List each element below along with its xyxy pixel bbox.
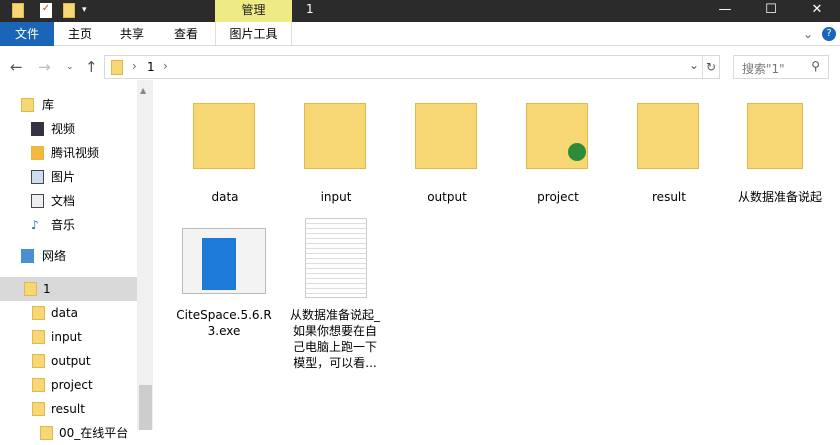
folder-icon	[304, 103, 366, 169]
network-icon	[21, 249, 34, 263]
library-icon	[21, 98, 34, 112]
tab-picture-tools[interactable]: 图片工具	[215, 22, 292, 46]
music-icon: ♪	[31, 218, 39, 232]
folder-icon	[32, 378, 45, 392]
minimize-button[interactable]: —	[702, 0, 748, 22]
tab-file[interactable]: 文件	[0, 22, 54, 46]
search-input[interactable]: 搜索"1" ⚲	[733, 55, 829, 79]
customize-dropdown-icon[interactable]: ▾	[82, 5, 94, 20]
nav-item-music[interactable]: ♪ 音乐	[0, 213, 137, 237]
navigation-pane: 库 视频 腾讯视频 图片 文档 ♪ 音乐 网络 1 data input outp…	[0, 88, 137, 440]
nav-scrollbar[interactable]	[137, 80, 153, 430]
nav-item-1[interactable]: 1	[0, 277, 137, 301]
nav-item-videos[interactable]: 视频	[0, 117, 137, 141]
nav-item-pictures[interactable]: 图片	[0, 165, 137, 189]
video-icon	[31, 122, 44, 136]
nav-item-tencent-video[interactable]: 腾讯视频	[0, 141, 137, 165]
ribbon: 文件 主页 共享 查看 图片工具 ⌄ ?	[0, 22, 840, 46]
expand-ribbon-icon[interactable]: ⌄	[800, 22, 816, 46]
folder-icon	[637, 103, 699, 169]
folder-icon	[193, 103, 255, 169]
text-document-icon	[305, 218, 367, 298]
address-dropdown-icon[interactable]: ⌄	[689, 58, 699, 72]
folder-icon	[415, 103, 477, 169]
scroll-up-icon[interactable]: ▲	[140, 86, 146, 95]
properties-icon[interactable]: ✓	[40, 3, 52, 18]
refresh-icon[interactable]: ↻	[702, 56, 716, 78]
nav-item-network[interactable]: 网络	[0, 244, 137, 268]
forward-button[interactable]: →	[38, 58, 51, 76]
nav-scrollbar-thumb[interactable]	[139, 385, 152, 430]
nav-item-online-platform[interactable]: 00_在线平台	[0, 421, 137, 445]
nav-item-data[interactable]: data	[0, 301, 137, 325]
help-icon[interactable]: ?	[822, 27, 836, 41]
up-button[interactable]: ↑	[85, 58, 98, 76]
folder-icon	[32, 330, 45, 344]
new-folder-icon[interactable]	[63, 3, 75, 18]
address-row: ← → ⌄ ↑ › 1 › ⌄ ↻ 搜索"1" ⚲	[0, 55, 840, 79]
title-bar: ✓ ▾ 管理 1 — ☐ ✕	[0, 0, 840, 22]
folder-icon	[12, 3, 24, 18]
nav-item-documents[interactable]: 文档	[0, 189, 137, 213]
folder-icon	[32, 402, 45, 416]
file-name: 从数据准备说起_ 如果你想要在自 己电脑上跑一下 模型，可以看...	[289, 308, 380, 370]
folder-icon	[111, 60, 123, 75]
exe-thumbnail-icon	[182, 228, 266, 294]
folder-icon	[32, 306, 45, 320]
folder-icon	[24, 282, 37, 296]
context-tab-manage[interactable]: 管理	[215, 0, 292, 22]
nav-item-input[interactable]: input	[0, 325, 137, 349]
globe-icon	[568, 143, 586, 161]
address-bar[interactable]: › 1 › ⌄ ↻	[104, 55, 720, 79]
folder-icon	[747, 103, 803, 169]
nav-item-project[interactable]: project	[0, 373, 137, 397]
documents-icon	[31, 194, 44, 208]
nav-item-output[interactable]: output	[0, 349, 137, 373]
breadcrumb-separator-icon: ›	[132, 59, 137, 73]
tencent-video-icon	[31, 146, 44, 160]
close-button[interactable]: ✕	[794, 0, 840, 22]
file-name: CiteSpace.5.6.R 3.exe	[176, 308, 272, 338]
tab-share[interactable]: 共享	[106, 22, 158, 46]
window-title: 1	[306, 2, 314, 16]
maximize-button[interactable]: ☐	[748, 0, 794, 22]
nav-item-library[interactable]: 库	[0, 93, 137, 117]
search-icon: ⚲	[811, 59, 820, 73]
tab-home[interactable]: 主页	[54, 22, 106, 46]
tab-view[interactable]: 查看	[158, 22, 214, 46]
breadcrumb-item[interactable]: 1	[147, 60, 155, 74]
recent-dropdown-icon[interactable]: ⌄	[66, 62, 74, 72]
folder-icon	[32, 354, 45, 368]
nav-item-result[interactable]: result	[0, 397, 137, 421]
search-placeholder: 搜索"1"	[742, 62, 785, 76]
back-button[interactable]: ←	[10, 58, 23, 76]
folder-icon	[40, 426, 53, 440]
pictures-icon	[31, 170, 44, 184]
breadcrumb-separator-icon: ›	[163, 59, 168, 73]
